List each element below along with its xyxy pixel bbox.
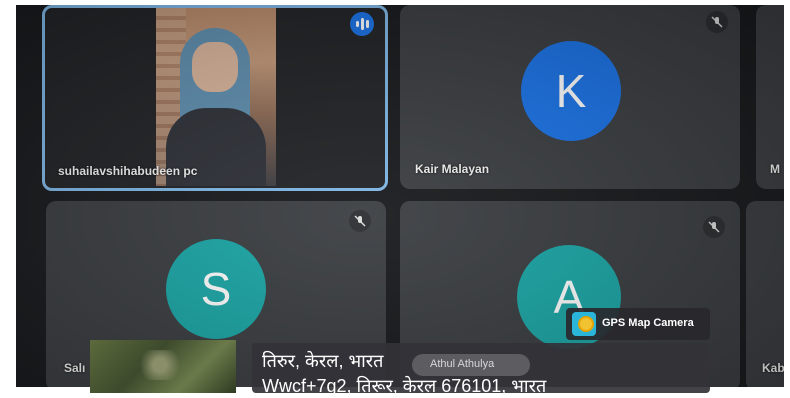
participant-name: Salı xyxy=(64,361,86,375)
participant-face xyxy=(192,42,238,92)
gps-badge-label: GPS Map Camera xyxy=(602,317,694,329)
location-address: Wwcf+7g2, तिरूर, केरल 676101, भारत xyxy=(262,376,547,396)
participant-tile-speaking[interactable]: suhailavshihabudeen pc xyxy=(42,5,388,191)
participant-video xyxy=(156,8,276,186)
participant-name: M xyxy=(770,162,780,176)
mic-off-icon xyxy=(706,11,728,33)
participant-name-pill: Athul Athulya xyxy=(412,354,530,376)
satellite-map-thumbnail xyxy=(90,340,236,393)
speaking-indicator-icon xyxy=(350,12,374,36)
mic-off-icon xyxy=(349,210,371,232)
participant-name: suhailavshihabudeen pc xyxy=(58,164,198,178)
mic-off-icon xyxy=(703,216,725,238)
participant-tile-partial-bottom[interactable]: Kab xyxy=(746,201,784,387)
participant-tile-partial[interactable]: M xyxy=(756,5,784,189)
avatar: K xyxy=(521,41,621,141)
location-title: तिरुर, केरल, भारत xyxy=(262,351,384,371)
gps-map-camera-icon xyxy=(572,312,596,336)
participant-name: Kab xyxy=(762,361,784,375)
participant-tile-k[interactable]: K Kair Malayan xyxy=(400,5,740,189)
participant-pill-name: Athul Athulya xyxy=(430,358,495,370)
gps-location-panel: Athul Athulya तिरुर, केरल, भारत Wwcf+7g2… xyxy=(252,343,710,396)
avatar: S xyxy=(166,239,266,339)
gps-badge: GPS Map Camera xyxy=(566,308,710,340)
participant-name: Kair Malayan xyxy=(415,162,490,176)
